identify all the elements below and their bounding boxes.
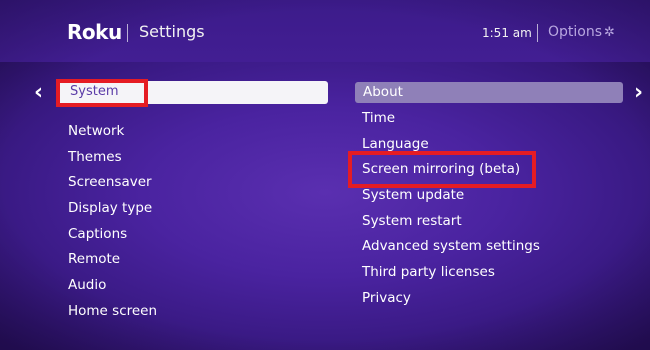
clock: 1:51 am xyxy=(482,26,532,40)
left-menu-item-network[interactable]: Network xyxy=(68,121,157,147)
right-menu-selected-item[interactable]: About xyxy=(355,82,623,103)
right-menu-selected-label: About xyxy=(363,84,403,100)
right-menu-item-system-restart[interactable]: System restart xyxy=(362,211,540,237)
options-button[interactable]: Options ✲ xyxy=(548,24,615,40)
roku-logo: Roku xyxy=(67,20,122,44)
left-menu-item-remote[interactable]: Remote xyxy=(68,249,157,275)
right-menu-item-privacy[interactable]: Privacy xyxy=(362,288,540,314)
highlight-box-screen-mirroring xyxy=(348,151,536,188)
right-arrow-icon[interactable]: › xyxy=(634,80,643,105)
left-menu-item-screensaver[interactable]: Screensaver xyxy=(68,172,157,198)
right-menu-item-advanced-system-settings[interactable]: Advanced system settings xyxy=(362,236,540,262)
right-menu-item-time[interactable]: Time xyxy=(362,108,540,134)
highlight-box-system xyxy=(56,79,148,107)
left-menu: Network Themes Screensaver Display type … xyxy=(68,121,157,327)
left-menu-item-themes[interactable]: Themes xyxy=(68,147,157,173)
left-menu-item-audio[interactable]: Audio xyxy=(68,275,157,301)
header-divider xyxy=(127,24,128,42)
left-menu-item-captions[interactable]: Captions xyxy=(68,224,157,250)
right-menu-item-system-update[interactable]: System update xyxy=(362,185,540,211)
left-menu-item-home-screen[interactable]: Home screen xyxy=(68,301,157,327)
left-arrow-icon[interactable]: ‹ xyxy=(34,80,43,105)
right-menu: Time Language Screen mirroring (beta) Sy… xyxy=(362,108,540,314)
options-divider xyxy=(537,24,538,42)
page-title: Settings xyxy=(139,22,205,41)
options-label: Options xyxy=(548,24,603,40)
left-menu-item-display-type[interactable]: Display type xyxy=(68,198,157,224)
right-menu-item-third-party-licenses[interactable]: Third party licenses xyxy=(362,262,540,288)
gear-icon: ✲ xyxy=(604,25,615,40)
